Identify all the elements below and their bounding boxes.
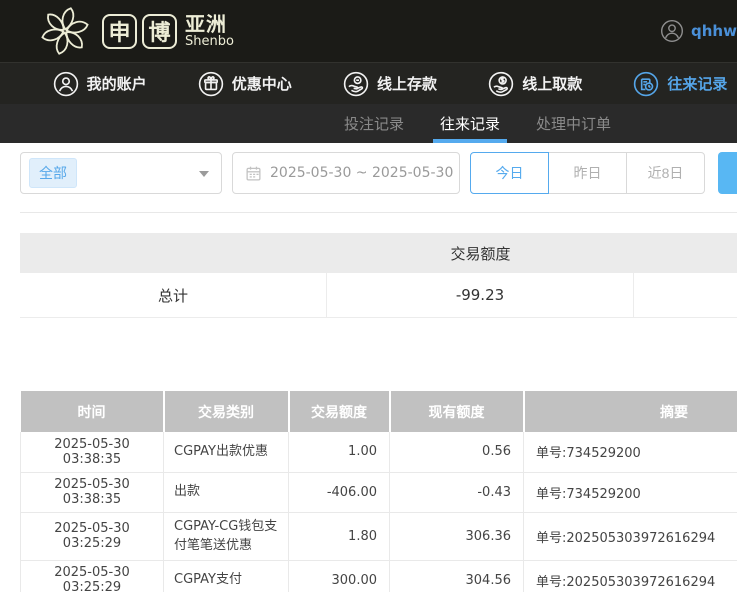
- cell-type: CGPAY-CG钱包支付笔笔送优惠: [164, 512, 289, 560]
- date-range-value: 2025-05-30 ~ 2025-05-30: [270, 165, 453, 181]
- type-select-value[interactable]: 全部: [29, 158, 77, 188]
- cell-amount: -406.00: [289, 472, 390, 512]
- logo-region-cn: 亚洲: [185, 14, 234, 35]
- main-navigation: 我的账户 优惠中心: [0, 62, 737, 104]
- record-tab-bar: 投注记录 往来记录 处理中订单: [0, 104, 737, 143]
- cell-type: CGPAY出款优惠: [164, 432, 289, 472]
- cell-type: 出款: [164, 472, 289, 512]
- date-range-input[interactable]: 2025-05-30 ~ 2025-05-30: [232, 152, 460, 194]
- nav-label: 线上存款: [377, 73, 437, 94]
- table-row: 2025-05-30 03:25:29 CGPAY-CG钱包支付笔笔送优惠 1.…: [21, 512, 737, 560]
- tab-pending-orders[interactable]: 处理中订单: [532, 104, 615, 143]
- quick-date-buttons: 今日 昨日 近8日: [470, 152, 705, 194]
- nav-label: 优惠中心: [232, 73, 292, 94]
- tab-transaction-records[interactable]: 往来记录: [436, 104, 504, 143]
- records-table: 时间 交易类别 交易额度 现有额度 摘要 2025-05-30 03:38:35…: [20, 391, 737, 592]
- cell-balance: -0.43: [390, 472, 524, 512]
- cell-amount: 300.00: [289, 560, 390, 592]
- nav-label: 往来记录: [667, 73, 727, 94]
- tab-betting-records[interactable]: 投注记录: [340, 104, 408, 143]
- summary-header-amount: 交易额度: [327, 243, 634, 264]
- search-button[interactable]: [718, 152, 737, 194]
- cell-balance: 304.56: [390, 560, 524, 592]
- logo-region-text: 亚洲 Shenbo: [185, 14, 234, 49]
- cell-memo: 单号:734529200: [524, 432, 737, 472]
- top-header: 申 博 亚洲 Shenbo qhhw2: [0, 0, 737, 62]
- deposit-icon: [343, 71, 369, 97]
- divider: [20, 212, 737, 213]
- username-text: qhhw2: [691, 22, 737, 40]
- user-account-link[interactable]: qhhw2: [660, 0, 737, 62]
- transaction-records-page: 申 博 亚洲 Shenbo qhhw2 我的账户: [0, 0, 737, 592]
- table-row: 2025-05-30 03:25:29 CGPAY支付 300.00 304.5…: [21, 560, 737, 592]
- summary-total-value: -99.23: [327, 273, 634, 317]
- cell-time: 2025-05-30 03:38:35: [21, 472, 164, 512]
- tab-label: 投注记录: [344, 113, 404, 134]
- cell-memo: 单号:202505303972616294: [524, 512, 737, 560]
- user-avatar-icon: [660, 19, 684, 43]
- brand-logo[interactable]: 申 博 亚洲 Shenbo: [38, 4, 234, 58]
- nav-item-withdraw[interactable]: 线上取款: [463, 63, 608, 104]
- col-header-amount: 交易额度: [289, 391, 390, 432]
- cell-amount: 1.80: [289, 512, 390, 560]
- nav-item-my-account[interactable]: 我的账户: [27, 63, 172, 104]
- col-header-balance: 现有额度: [390, 391, 524, 432]
- nav-item-deposit[interactable]: 线上存款: [317, 63, 462, 104]
- cell-balance: 0.56: [390, 432, 524, 472]
- cell-time: 2025-05-30 03:38:35: [21, 432, 164, 472]
- logo-char-box-1: 申: [102, 14, 137, 49]
- cell-balance: 306.36: [390, 512, 524, 560]
- cell-amount: 1.00: [289, 432, 390, 472]
- yesterday-button[interactable]: 昨日: [548, 152, 627, 194]
- cell-memo: 单号:734529200: [524, 472, 737, 512]
- nav-item-promotions[interactable]: 优惠中心: [172, 63, 317, 104]
- col-header-memo: 摘要: [524, 391, 737, 432]
- table-header-row: 时间 交易类别 交易额度 现有额度 摘要: [21, 391, 737, 432]
- col-header-time: 时间: [21, 391, 164, 432]
- summary-total-row: 总计 -99.23: [20, 273, 737, 318]
- col-header-type: 交易类别: [164, 391, 289, 432]
- cell-type: CGPAY支付: [164, 560, 289, 592]
- calendar-icon: [245, 165, 262, 182]
- cell-time: 2025-05-30 03:25:29: [21, 560, 164, 592]
- table-row: 2025-05-30 03:38:35 出款 -406.00 -0.43 单号:…: [21, 472, 737, 512]
- today-button[interactable]: 今日: [470, 152, 549, 194]
- withdraw-icon: [488, 71, 514, 97]
- flower-logo-icon: [38, 4, 92, 58]
- table-row: 2025-05-30 03:38:35 CGPAY出款优惠 1.00 0.56 …: [21, 432, 737, 472]
- tab-label: 处理中订单: [536, 113, 611, 134]
- last-8-days-button[interactable]: 近8日: [626, 152, 705, 194]
- nav-item-transaction-records[interactable]: 往来记录: [608, 63, 737, 104]
- cell-time: 2025-05-30 03:25:29: [21, 512, 164, 560]
- nav-label: 我的账户: [87, 73, 147, 94]
- type-select[interactable]: 全部: [20, 152, 222, 194]
- nav-label: 线上取款: [522, 73, 582, 94]
- gift-icon: [198, 71, 224, 97]
- logo-region-en: Shenbo: [185, 35, 234, 49]
- summary-table: 交易额度 总计 -99.23: [20, 233, 737, 318]
- records-icon: [633, 71, 659, 97]
- account-icon: [53, 71, 79, 97]
- filter-toolbar: 全部 2025-05-30 ~ 2025-05-30 今日 昨日 近8日: [0, 152, 737, 194]
- summary-total-label: 总计: [20, 273, 327, 317]
- summary-header-row: 交易额度: [20, 233, 737, 273]
- logo-char-box-2: 博: [142, 14, 177, 49]
- cell-memo: 单号:202505303972616294: [524, 560, 737, 592]
- chevron-down-icon: [199, 171, 209, 177]
- summary-empty-cell: [634, 273, 737, 317]
- tab-label: 往来记录: [440, 113, 500, 134]
